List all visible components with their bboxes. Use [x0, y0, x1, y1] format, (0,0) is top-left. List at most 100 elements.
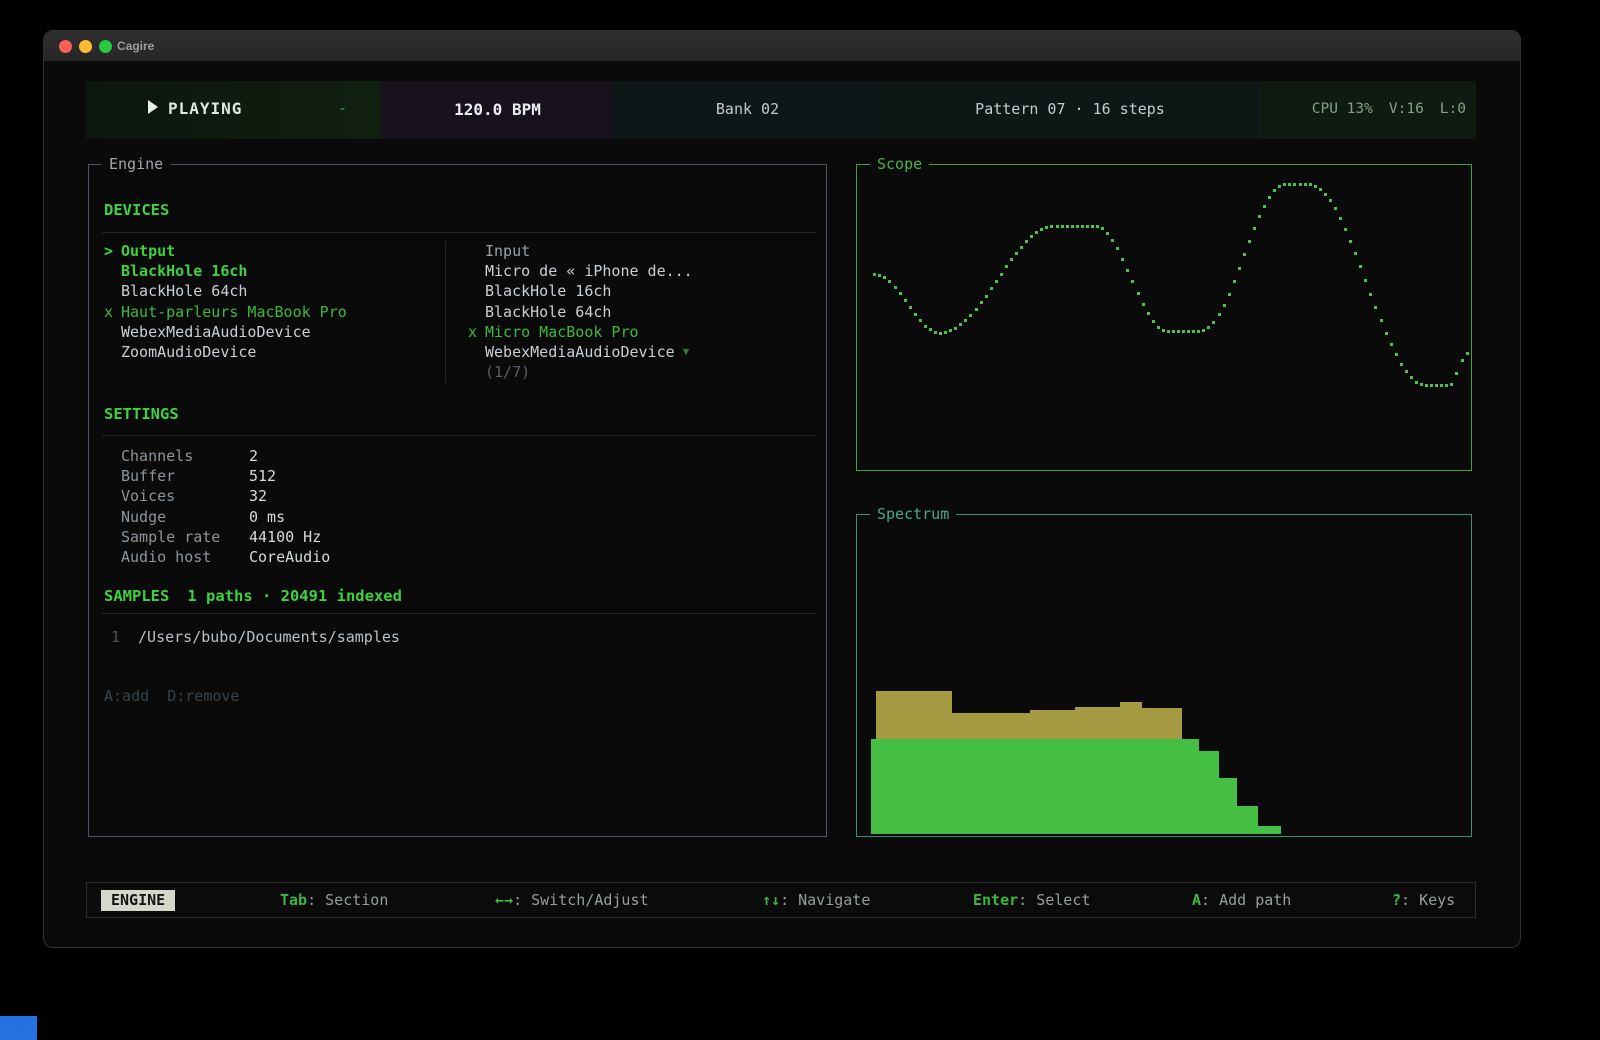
mode-badge: ENGINE	[101, 890, 175, 911]
scope-dot	[990, 287, 993, 290]
scope-dot	[964, 319, 967, 322]
divider	[102, 613, 816, 614]
scope-dot	[1071, 225, 1074, 228]
device-row[interactable]: ZoomAudioDevice	[104, 342, 434, 362]
samples-hint: A:add D:remove	[104, 687, 239, 705]
scope-panel: Scope	[856, 164, 1472, 471]
stats-segment: CPU 13%V:16L:0	[1259, 81, 1476, 139]
hint-key: Tab	[280, 891, 307, 909]
scope-dot	[1390, 343, 1393, 346]
spectrum-peak-bar	[1075, 707, 1120, 739]
close-button[interactable]	[59, 40, 72, 53]
transport-label: PLAYING	[168, 99, 242, 118]
titlebar[interactable]: Cagire	[44, 31, 1520, 62]
device-name: WebexMediaAudioDevice	[121, 322, 311, 342]
scope-dot	[1385, 332, 1388, 335]
scope-dot	[1106, 232, 1109, 235]
scope-dot	[1101, 227, 1104, 230]
scope-dot	[1061, 225, 1064, 228]
scope-dot	[995, 280, 998, 283]
scope-dot	[1177, 330, 1180, 333]
input-header[interactable]: Input	[468, 241, 813, 261]
maximize-button[interactable]	[99, 40, 112, 53]
scope-dot	[1045, 226, 1048, 229]
prefix-spacer	[468, 302, 485, 322]
scope-dot	[1354, 252, 1357, 255]
minimize-button[interactable]	[79, 40, 92, 53]
chevron-down-icon: ▼	[683, 342, 690, 362]
device-row[interactable]: BlackHole 16ch	[468, 281, 813, 301]
scope-dot	[904, 299, 907, 302]
scope-dot	[878, 274, 881, 277]
cpu-value: CPU 13%	[1312, 101, 1373, 117]
device-row[interactable]: (1/7)	[468, 362, 813, 382]
output-device-list: >Output BlackHole 16chBlackHole 64chxHau…	[104, 241, 434, 362]
window-title: Cagire	[117, 39, 154, 53]
device-row[interactable]: Micro de « iPhone de...	[468, 261, 813, 281]
key-hint: ↑↓: Navigate	[762, 891, 870, 909]
scope-dot	[1015, 252, 1018, 255]
device-row[interactable]: xMicro MacBook Pro	[468, 322, 813, 342]
settings-row[interactable]: Buffer512	[121, 466, 330, 486]
setting-value: 2	[249, 446, 258, 466]
scope-dot	[1172, 330, 1175, 333]
settings-heading: SETTINGS	[104, 405, 179, 423]
device-row[interactable]: xHaut-parleurs MacBook Pro	[104, 302, 434, 322]
setting-label: Voices	[121, 486, 249, 506]
settings-row[interactable]: Voices32	[121, 486, 330, 506]
scope-dot	[1374, 306, 1377, 309]
hint-desc: : Keys	[1401, 891, 1455, 909]
sample-path-row[interactable]: 1/Users/bubo/Documents/samples	[111, 627, 400, 647]
hint-key: A	[1192, 891, 1201, 909]
scope-dot	[1283, 183, 1286, 186]
device-name: Micro MacBook Pro	[485, 322, 639, 342]
device-row[interactable]: WebexMediaAudioDevice ▼	[468, 342, 813, 362]
scope-dot	[1461, 359, 1464, 362]
desktop-background: Cagire PLAYING - 120.0 BPM Bank 02 Patte…	[0, 0, 1600, 1040]
device-row[interactable]: BlackHole 16ch	[104, 261, 434, 281]
scope-dot	[954, 327, 957, 330]
scope-dot	[934, 331, 937, 334]
hint-desc: : Add path	[1201, 891, 1291, 909]
prefix-spacer	[104, 261, 121, 281]
output-header[interactable]: >Output	[104, 241, 434, 261]
scope-dot	[1182, 330, 1185, 333]
scope-dot	[1187, 330, 1190, 333]
device-row[interactable]: BlackHole 64ch	[104, 281, 434, 301]
setting-label: Sample rate	[121, 527, 249, 547]
device-row[interactable]: WebexMediaAudioDevice	[104, 322, 434, 342]
settings-row[interactable]: Channels2	[121, 446, 330, 466]
bpm-segment[interactable]: 120.0 BPM	[381, 81, 614, 139]
scope-dot	[1258, 215, 1261, 218]
spectrum-peak-bar	[876, 691, 952, 739]
device-name: WebexMediaAudioDevice	[485, 342, 675, 362]
active-marker-icon: x	[104, 302, 121, 322]
spectrum-level-bar	[1199, 751, 1219, 834]
scope-dot	[888, 280, 891, 283]
key-hint: Enter: Select	[973, 891, 1090, 909]
scope-dot	[1253, 227, 1256, 230]
scope-dot	[1369, 293, 1372, 296]
hint-desc: : Section	[307, 891, 388, 909]
prefix-spacer	[468, 342, 485, 362]
scope-dot	[894, 286, 897, 289]
spectrum-panel: Spectrum	[856, 514, 1472, 837]
settings-row[interactable]: Audio hostCoreAudio	[121, 547, 330, 567]
setting-value: CoreAudio	[249, 547, 330, 567]
spectrum-peak-bar	[1030, 710, 1075, 739]
pattern-segment[interactable]: Pattern 07 · 16 steps	[881, 81, 1259, 139]
scope-dot	[1349, 240, 1352, 243]
device-row[interactable]: BlackHole 64ch	[468, 302, 813, 322]
hint-key: ↑↓	[762, 891, 780, 909]
devices-heading: DEVICES	[104, 201, 169, 219]
settings-row[interactable]: Nudge0 ms	[121, 507, 330, 527]
settings-row[interactable]: Sample rate44100 Hz	[121, 527, 330, 547]
bank-segment[interactable]: Bank 02	[614, 81, 881, 139]
samples-meta: 1 paths · 20491 indexed	[187, 587, 402, 605]
spectrum-peak-bar	[952, 713, 1029, 739]
transport-segment[interactable]: PLAYING -	[86, 81, 381, 139]
stats-readout: CPU 13%V:16L:0	[1312, 101, 1466, 117]
spectrum-level-bar	[1219, 778, 1237, 834]
prefix-spacer	[104, 342, 121, 362]
setting-label: Buffer	[121, 466, 249, 486]
